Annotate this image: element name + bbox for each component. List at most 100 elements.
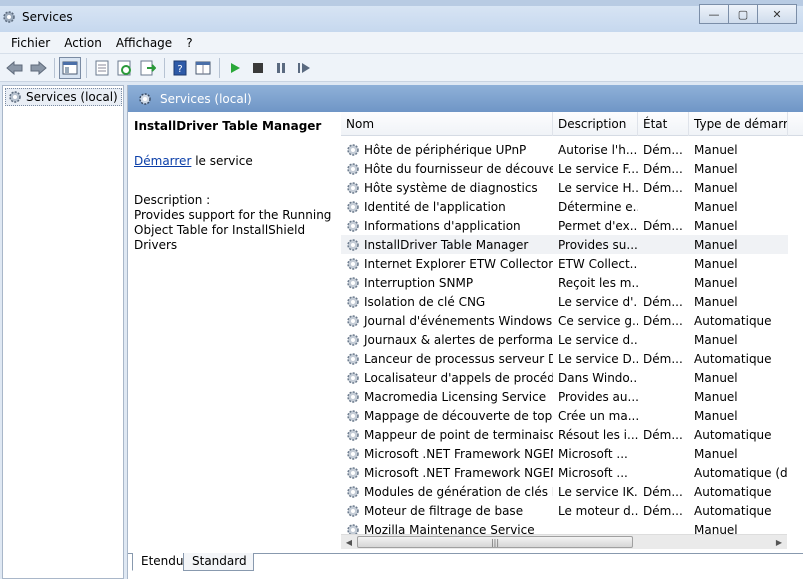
service-name: Hôte du fournisseur de découvert... — [364, 161, 553, 176]
service-name-cell: Hôte de périphérique UPnP — [341, 143, 553, 157]
title-bar: Services — ▢ ✕ — [0, 0, 803, 32]
services-gear-icon — [3, 11, 15, 23]
table-row[interactable]: Journal d'événements Windows Ce service g… — [341, 311, 788, 330]
back-icon[interactable] — [4, 57, 26, 79]
service-name-cell: Microsoft .NET Framework NGEN ... — [341, 466, 553, 480]
table-row[interactable]: Journaux & alertes de performance Le serv… — [341, 330, 788, 349]
service-description: Autorise l'h... — [558, 142, 638, 157]
horizontal-scrollbar[interactable]: ◀ ||| ▶ — [341, 534, 787, 549]
close-button[interactable]: ✕ — [757, 4, 797, 24]
window-title: Services — [22, 10, 73, 24]
menu-affichage[interactable]: Affichage — [109, 36, 179, 50]
service-description: ETW Collect... — [558, 256, 638, 271]
table-row[interactable]: Hôte de périphérique UPnP Autorise l'h...… — [341, 140, 788, 159]
service-startup-type: Manuel — [694, 275, 738, 290]
export-icon[interactable] — [137, 57, 159, 79]
pause-icon[interactable] — [270, 57, 292, 79]
help-icon[interactable]: ? — [169, 57, 191, 79]
table-row[interactable]: Mappeur de point de terminaison ... Résou… — [341, 425, 788, 444]
service-name: Identité de l'application — [364, 199, 506, 214]
column-header-etat[interactable]: État — [638, 112, 689, 136]
table-row[interactable]: Lanceur de processus serveur DC... Le ser… — [341, 349, 788, 368]
minimize-button[interactable]: — — [699, 4, 729, 24]
properties-icon[interactable] — [91, 57, 113, 79]
service-details: InstallDriver Table Manager Démarrer le … — [134, 119, 334, 253]
selected-service-name: InstallDriver Table Manager — [134, 119, 322, 133]
service-state: Dém... — [643, 180, 683, 195]
service-name: Localisateur d'appels de procédur... — [364, 370, 553, 385]
service-gear-icon — [347, 390, 359, 403]
svg-text:?: ? — [177, 64, 182, 75]
service-startup-type: Manuel — [694, 218, 738, 233]
service-gear-icon — [347, 143, 359, 156]
service-name-cell: InstallDriver Table Manager — [341, 238, 553, 252]
toolbar-separator — [219, 57, 220, 78]
title-bar-edge — [0, 0, 803, 6]
console-icon[interactable] — [192, 57, 214, 79]
service-name-cell: Internet Explorer ETW Collector Se... — [341, 257, 553, 271]
menu-help[interactable]: ? — [179, 36, 199, 50]
table-row[interactable]: Mappage de découverte de topol... Crée un… — [341, 406, 788, 425]
table-row[interactable]: Hôte système de diagnostics Le service H.… — [341, 178, 788, 197]
table-row[interactable]: Informations d'application Permet d'ex...… — [341, 216, 788, 235]
service-gear-icon — [347, 447, 359, 460]
service-description: Le service F... — [558, 161, 638, 176]
service-name: Modules de génération de clés IKE... — [364, 484, 553, 499]
service-startup-type: Manuel — [694, 446, 738, 461]
tab-standard[interactable]: Standard — [183, 553, 254, 571]
service-name: InstallDriver Table Manager — [364, 237, 529, 252]
table-row[interactable]: Identité de l'application Détermine e... M… — [341, 197, 788, 216]
tree-item-services-local[interactable]: Services (local) — [5, 88, 122, 106]
service-description: Crée un ma... — [558, 408, 638, 423]
service-startup-type: Automatique — [694, 484, 772, 499]
table-row[interactable]: InstallDriver Table Manager Provides su..… — [341, 235, 788, 254]
table-row[interactable]: Isolation de clé CNG Le service d'... Dém.… — [341, 292, 788, 311]
refresh-icon[interactable] — [114, 57, 136, 79]
service-description: Détermine e... — [558, 199, 638, 214]
menu-fichier[interactable]: Fichier — [4, 36, 57, 50]
start-service-link[interactable]: Démarrer — [134, 154, 191, 168]
service-description: Le moteur d... — [558, 503, 638, 518]
tab-etendu[interactable]: Etendu — [132, 553, 191, 571]
table-row[interactable]: Microsoft .NET Framework NGEN ... Microso… — [341, 444, 788, 463]
service-state: Dém... — [643, 313, 683, 328]
tree-item-label: Services (local) — [26, 90, 118, 104]
table-row[interactable]: Moteur de filtrage de base Le moteur d...… — [341, 501, 788, 520]
scroll-left-icon[interactable]: ◀ — [341, 535, 357, 550]
table-row[interactable]: Macromedia Licensing Service Provides au.… — [341, 387, 788, 406]
column-header-nom[interactable]: Nom — [341, 112, 553, 136]
horizontal-scroll-thumb[interactable]: ||| — [357, 536, 633, 548]
table-row[interactable]: Hôte du fournisseur de découvert... Le se… — [341, 159, 788, 178]
service-name-cell: Isolation de clé CNG — [341, 295, 553, 309]
forward-icon[interactable] — [27, 57, 49, 79]
table-row[interactable]: Interruption SNMP Reçoit les m... Manuel — [341, 273, 788, 292]
service-name-cell: Journaux & alertes de performance — [341, 333, 553, 347]
service-name: Informations d'application — [364, 218, 521, 233]
service-name-cell: Macromedia Licensing Service — [341, 390, 553, 404]
table-row[interactable]: Localisateur d'appels de procédur... Dans… — [341, 368, 788, 387]
list-header: ^ Nom Description État Type de démarrage — [341, 112, 803, 136]
maximize-button[interactable]: ▢ — [728, 4, 758, 24]
service-gear-icon — [347, 257, 359, 270]
service-name-cell: Informations d'application — [341, 219, 553, 233]
table-row[interactable]: Modules de génération de clés IKE... Le s… — [341, 482, 788, 501]
scroll-right-icon[interactable]: ▶ — [771, 535, 787, 550]
service-startup-type: Manuel — [694, 294, 738, 309]
stop-icon[interactable] — [247, 57, 269, 79]
service-startup-type: Manuel — [694, 408, 738, 423]
services-gear-icon — [9, 91, 21, 103]
service-description: Microsoft ... — [558, 465, 628, 480]
table-row[interactable]: Microsoft .NET Framework NGEN ... Microso… — [341, 463, 788, 482]
column-header-description[interactable]: Description — [553, 112, 638, 136]
service-name: Hôte de périphérique UPnP — [364, 142, 527, 157]
restart-icon[interactable] — [293, 57, 315, 79]
show-tree-icon[interactable] — [59, 56, 81, 79]
table-row[interactable]: Internet Explorer ETW Collector Se... ETW… — [341, 254, 788, 273]
start-icon[interactable] — [224, 57, 246, 79]
service-gear-icon — [347, 371, 359, 384]
service-startup-type: Manuel — [694, 199, 738, 214]
service-name-cell: Localisateur d'appels de procédur... — [341, 371, 553, 385]
menu-action[interactable]: Action — [57, 36, 109, 50]
service-name: Interruption SNMP — [364, 275, 474, 290]
column-header-type[interactable]: Type de démarrage — [689, 112, 788, 136]
